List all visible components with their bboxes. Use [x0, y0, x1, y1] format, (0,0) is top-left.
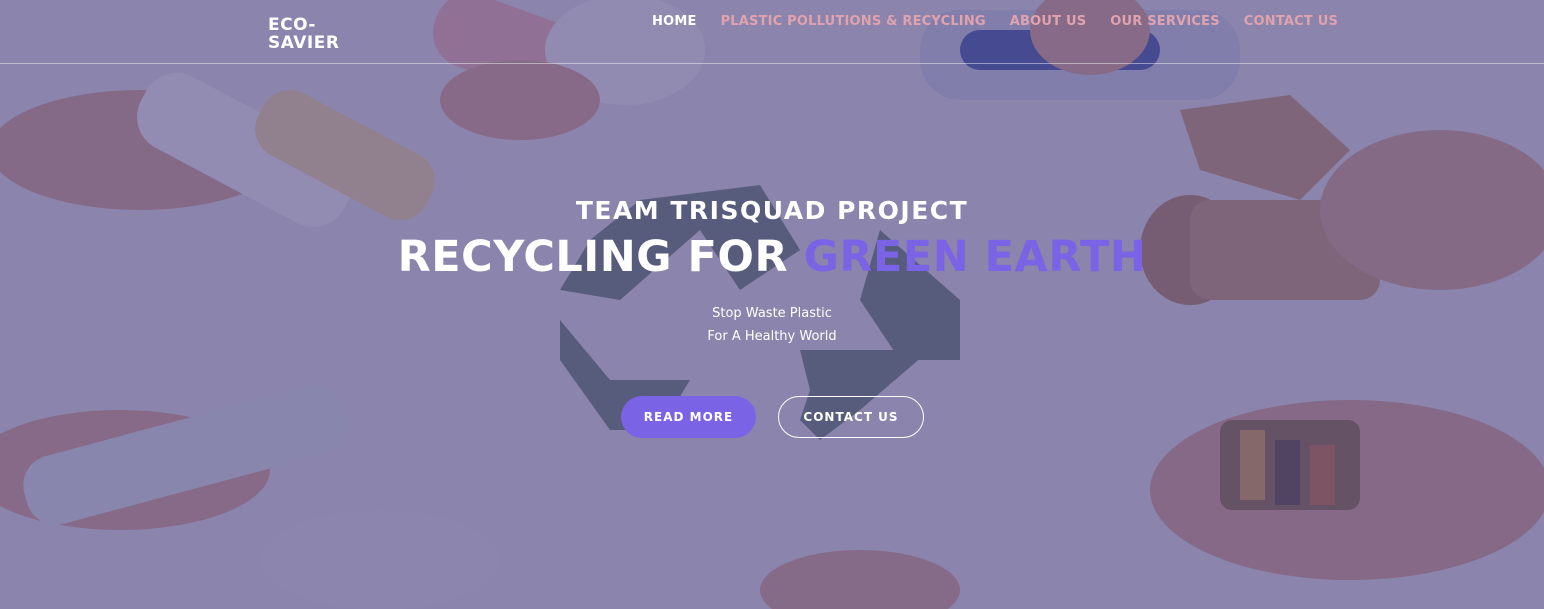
logo-line-2: SAVIER — [268, 33, 340, 53]
nav-item-contact-us[interactable]: CONTACT US — [1244, 14, 1338, 29]
site-logo[interactable]: ECO- SAVIER — [268, 16, 358, 52]
nav-item-about-us[interactable]: ABOUT US — [1010, 14, 1087, 29]
headline-accent: GREEN EARTH — [803, 232, 1147, 282]
hero-headline: RECYCLING FOR GREEN EARTH — [0, 232, 1544, 282]
main-nav: HOME PLASTIC POLLUTIONS & RECYCLING ABOU… — [652, 14, 1338, 29]
nav-item-our-services[interactable]: OUR SERVICES — [1110, 14, 1219, 29]
hero-tagline-line-1: Stop Waste Plastic — [712, 306, 832, 321]
read-more-button[interactable]: READ MORE — [621, 396, 756, 438]
hero-subtitle: TEAM TRISQUAD PROJECT — [575, 196, 969, 225]
hero-tagline-line-2: For A Healthy World — [707, 329, 837, 344]
color-overlay — [0, 0, 1544, 609]
nav-item-home[interactable]: HOME — [652, 14, 697, 29]
top-navbar: ECO- SAVIER HOME PLASTIC POLLUTIONS & RE… — [0, 0, 1544, 64]
contact-us-button[interactable]: CONTACT US — [778, 396, 924, 438]
nav-item-plastic-pollutions[interactable]: PLASTIC POLLUTIONS & RECYCLING — [721, 14, 986, 29]
hero-section: ECO- SAVIER HOME PLASTIC POLLUTIONS & RE… — [0, 0, 1544, 609]
logo-line-1: ECO- — [268, 15, 316, 35]
headline-main: RECYCLING FOR — [397, 232, 789, 282]
